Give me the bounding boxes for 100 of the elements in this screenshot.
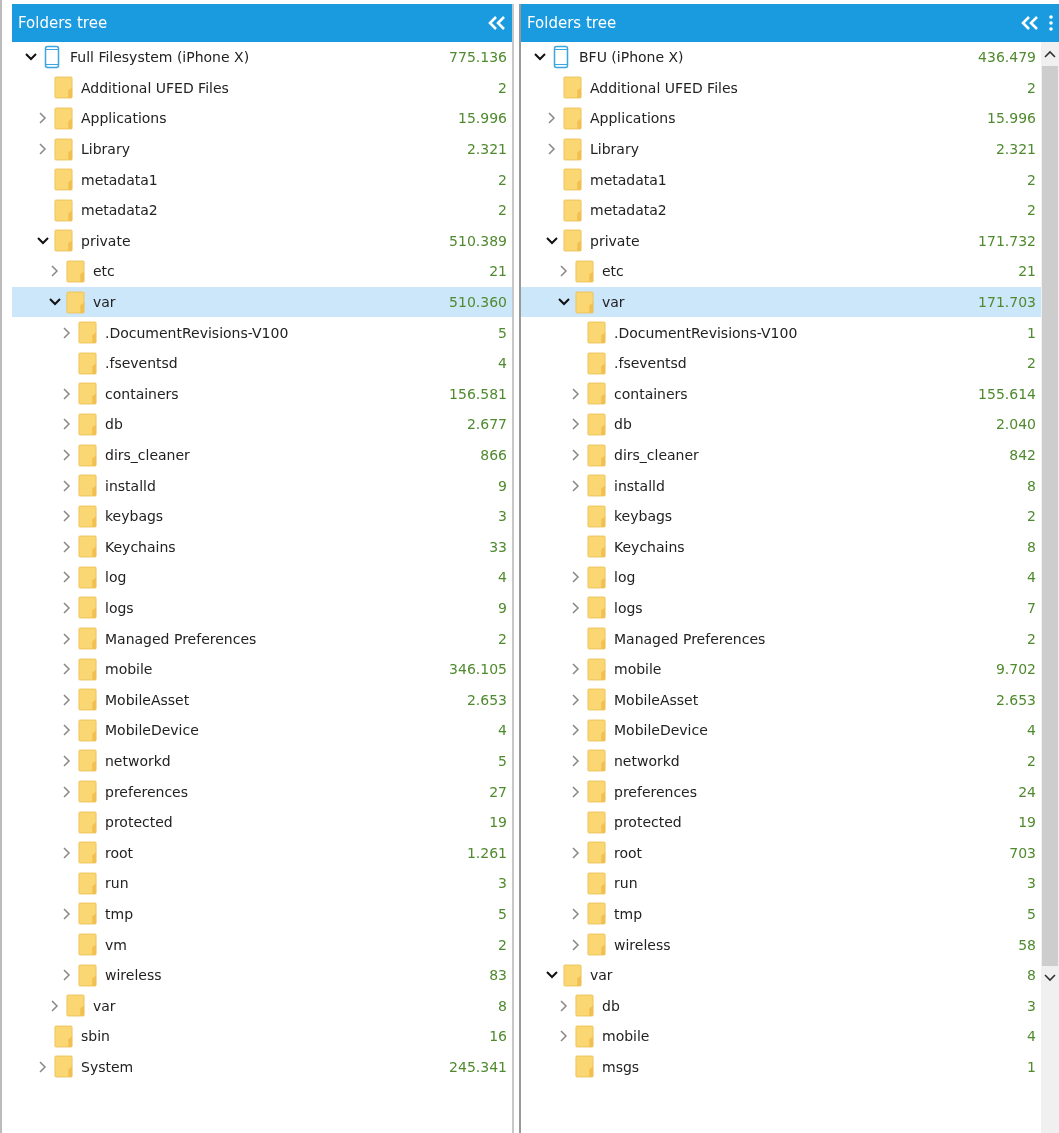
- tree-row[interactable]: Keychains 8: [521, 531, 1041, 563]
- collapsed-chevron-icon[interactable]: [63, 479, 71, 492]
- collapsed-chevron-icon[interactable]: [560, 1030, 568, 1043]
- tree-row[interactable]: .DocumentRevisions-V100 5: [12, 317, 512, 348]
- expanded-chevron-icon[interactable]: [534, 53, 546, 62]
- tree-row[interactable]: logs 9: [12, 592, 512, 624]
- expanded-chevron-icon[interactable]: [49, 298, 61, 307]
- tree-row[interactable]: private 510.389: [12, 225, 512, 257]
- scrollbar[interactable]: [1041, 42, 1059, 1133]
- collapsed-chevron-icon[interactable]: [572, 449, 580, 461]
- collapse-icon[interactable]: [1021, 16, 1039, 30]
- collapsed-chevron-icon[interactable]: [63, 969, 71, 982]
- collapsed-chevron-icon[interactable]: [548, 112, 556, 125]
- tree-row[interactable]: root 703: [521, 837, 1041, 869]
- tree-row[interactable]: logs 7: [521, 592, 1041, 624]
- collapsed-chevron-icon[interactable]: [572, 693, 580, 706]
- tree-row[interactable]: MobileAsset 2.653: [521, 684, 1041, 716]
- tree-row[interactable]: etc 21: [521, 256, 1041, 287]
- tree-row[interactable]: BFU (iPhone X) 436.479: [521, 42, 1041, 73]
- tree-row[interactable]: protected 19: [521, 806, 1041, 838]
- collapsed-chevron-icon[interactable]: [39, 1060, 47, 1073]
- tree-row[interactable]: metadata2 2: [12, 194, 512, 226]
- tree-row[interactable]: etc 21: [12, 256, 512, 287]
- collapsed-chevron-icon[interactable]: [63, 571, 71, 584]
- tree-row[interactable]: protected 19: [12, 806, 512, 838]
- collapsed-chevron-icon[interactable]: [572, 846, 580, 859]
- collapsed-chevron-icon[interactable]: [63, 540, 71, 553]
- tree-row[interactable]: metadata1 2: [12, 164, 512, 195]
- collapsed-chevron-icon[interactable]: [63, 754, 71, 767]
- collapsed-chevron-icon[interactable]: [63, 510, 71, 523]
- tree-row[interactable]: Applications 15.996: [12, 103, 512, 134]
- tree-row[interactable]: var 8: [521, 959, 1041, 991]
- tree-row[interactable]: .DocumentRevisions-V100 1: [521, 317, 1041, 348]
- collapsed-chevron-icon[interactable]: [63, 846, 71, 859]
- collapsed-chevron-icon[interactable]: [63, 326, 71, 339]
- collapsed-chevron-icon[interactable]: [63, 387, 71, 400]
- tree-row[interactable]: sbin 16: [12, 1021, 512, 1052]
- tree-row[interactable]: dirs_cleaner 866: [12, 439, 512, 471]
- tree-row[interactable]: vm 2: [12, 929, 512, 960]
- tree-row[interactable]: preferences 24: [521, 776, 1041, 807]
- collapsed-chevron-icon[interactable]: [63, 418, 71, 431]
- collapsed-chevron-icon[interactable]: [572, 387, 580, 400]
- tree-row[interactable]: msgs 1: [521, 1051, 1041, 1083]
- tree-row[interactable]: networkd 5: [12, 745, 512, 777]
- collapsed-chevron-icon[interactable]: [39, 143, 47, 156]
- expanded-chevron-icon[interactable]: [546, 971, 558, 980]
- tree-row[interactable]: Library 2.321: [12, 133, 512, 165]
- collapse-icon[interactable]: [488, 16, 506, 30]
- collapsed-chevron-icon[interactable]: [51, 999, 59, 1012]
- tree-row[interactable]: var 8: [12, 990, 512, 1021]
- tree-row[interactable]: tmp 5: [521, 898, 1041, 930]
- collapsed-chevron-icon[interactable]: [63, 724, 71, 737]
- tree-row[interactable]: containers 155.614: [521, 378, 1041, 410]
- collapsed-chevron-icon[interactable]: [63, 632, 71, 645]
- tree-row[interactable]: MobileAsset 2.653: [12, 684, 512, 716]
- tree-row[interactable]: preferences 27: [12, 776, 512, 807]
- tree-row[interactable]: dirs_cleaner 842: [521, 439, 1041, 471]
- tree-row[interactable]: metadata1 2: [521, 164, 1041, 195]
- tree-row[interactable]: MobileDevice 4: [521, 715, 1041, 746]
- tree-row[interactable]: tmp 5: [12, 898, 512, 930]
- collapsed-chevron-icon[interactable]: [63, 663, 71, 676]
- tree-row[interactable]: mobile 4: [521, 1021, 1041, 1052]
- collapsed-chevron-icon[interactable]: [63, 693, 71, 706]
- collapsed-chevron-icon[interactable]: [548, 143, 556, 156]
- tree-row[interactable]: Managed Preferences 2: [521, 623, 1041, 654]
- tree-row[interactable]: run 3: [12, 868, 512, 899]
- scroll-down-icon[interactable]: [1044, 974, 1056, 982]
- tree-row[interactable]: System 245.341: [12, 1051, 512, 1083]
- collapsed-chevron-icon[interactable]: [63, 602, 71, 614]
- tree-row[interactable]: private 171.732: [521, 225, 1041, 257]
- collapsed-chevron-icon[interactable]: [63, 785, 71, 798]
- collapsed-chevron-icon[interactable]: [572, 938, 580, 951]
- collapsed-chevron-icon[interactable]: [63, 449, 71, 461]
- tree-row[interactable]: Additional UFED Files 2: [521, 72, 1041, 104]
- collapsed-chevron-icon[interactable]: [572, 785, 580, 798]
- tree-row[interactable]: db 3: [521, 990, 1041, 1021]
- expanded-chevron-icon[interactable]: [25, 53, 37, 62]
- tree-row[interactable]: var 510.360: [12, 286, 512, 318]
- tree-row[interactable]: keybags 2: [521, 500, 1041, 532]
- collapsed-chevron-icon[interactable]: [572, 907, 580, 920]
- collapsed-chevron-icon[interactable]: [572, 754, 580, 767]
- collapsed-chevron-icon[interactable]: [51, 265, 59, 278]
- tree-row[interactable]: wireless 83: [12, 959, 512, 991]
- tree-row[interactable]: Additional UFED Files 2: [12, 72, 512, 104]
- scroll-up-icon[interactable]: [1044, 50, 1056, 58]
- collapsed-chevron-icon[interactable]: [572, 479, 580, 492]
- tree-row[interactable]: MobileDevice 4: [12, 715, 512, 746]
- tree-row[interactable]: networkd 2: [521, 745, 1041, 777]
- tree-row[interactable]: run 3: [521, 868, 1041, 899]
- collapsed-chevron-icon[interactable]: [572, 663, 580, 676]
- tree-row[interactable]: .fseventsd 4: [12, 347, 512, 379]
- tree-row[interactable]: .fseventsd 2: [521, 347, 1041, 379]
- collapsed-chevron-icon[interactable]: [572, 418, 580, 431]
- expanded-chevron-icon[interactable]: [546, 236, 558, 245]
- expanded-chevron-icon[interactable]: [558, 298, 570, 307]
- collapsed-chevron-icon[interactable]: [560, 265, 568, 278]
- tree-row[interactable]: keybags 3: [12, 500, 512, 532]
- collapsed-chevron-icon[interactable]: [63, 907, 71, 920]
- tree-row[interactable]: log 4: [521, 562, 1041, 593]
- tree-row[interactable]: root 1.261: [12, 837, 512, 869]
